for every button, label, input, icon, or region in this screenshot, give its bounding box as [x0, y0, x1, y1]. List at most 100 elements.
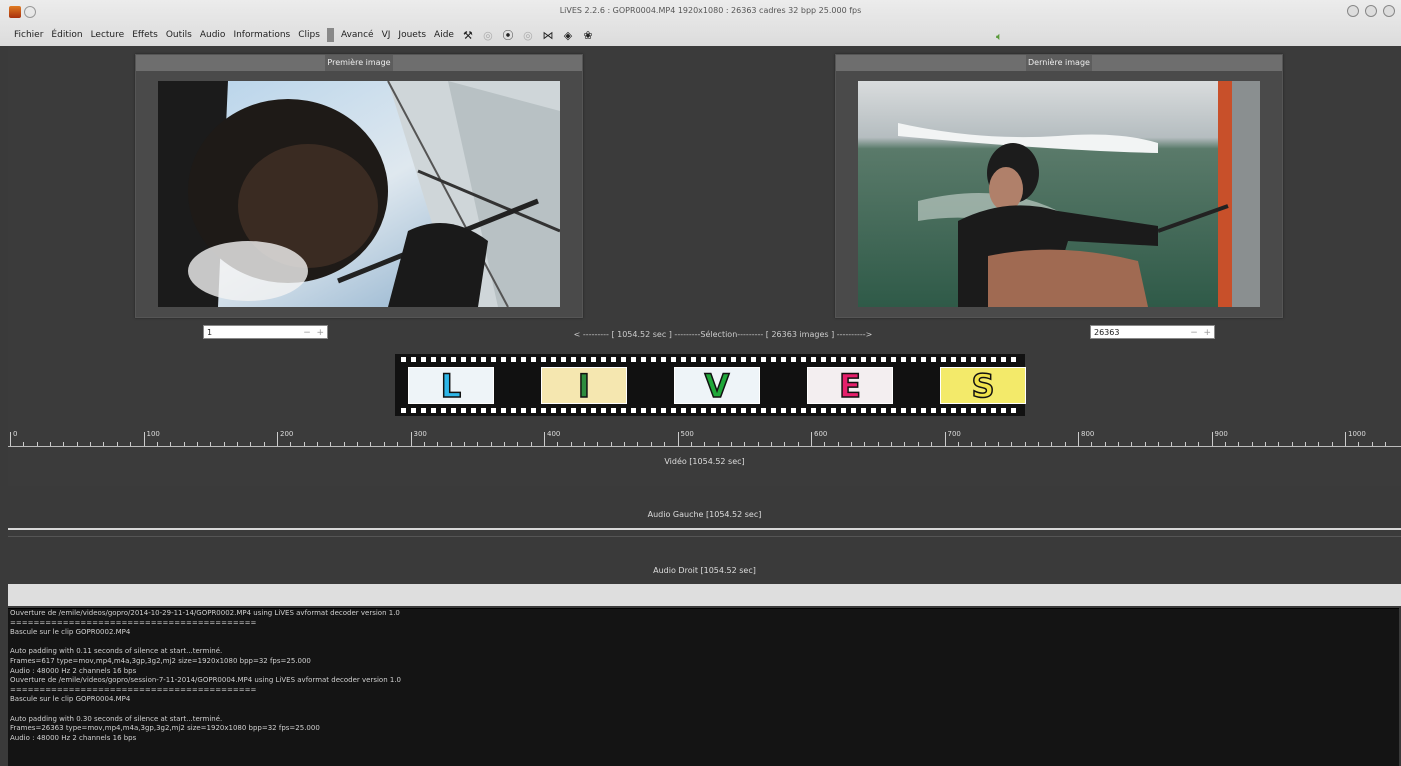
last-frame-panel: Dernière image	[835, 54, 1283, 318]
ruler-major-tick	[1211, 432, 1213, 446]
console-line: Ouverture de /emile/videos/gopro/session…	[10, 676, 402, 685]
play-circle-icon[interactable]: ⦿	[502, 29, 514, 42]
timeline-ruler[interactable]: 0 100 200 300 400 500 600 700 800 900 1000	[8, 428, 1401, 452]
eye-icon[interactable]: ◈	[562, 29, 574, 42]
ruler-minor-tick	[76, 442, 78, 446]
ruler-major-tick	[811, 432, 812, 446]
console-line: Audio : 48000 Hz 2 channels 16 bps	[10, 733, 137, 742]
menu-clips[interactable]: Clips	[294, 30, 324, 40]
audio-left-track[interactable]: Audio Gauche [1054.52 sec]	[8, 486, 1401, 530]
filmstrip-frame: I	[541, 367, 627, 406]
ruler-minor-tick	[770, 442, 772, 446]
menu-outils[interactable]: Outils	[162, 30, 196, 40]
message-console[interactable]: Ouverture de /emile/videos/gopro/2014-10…	[8, 608, 1399, 766]
ruler-major-tick	[10, 432, 11, 446]
ruler-minor-tick	[690, 442, 692, 446]
last-frame-header: Dernière image	[836, 55, 1282, 71]
ruler-minor-tick	[744, 442, 746, 446]
ruler-minor-tick	[984, 442, 986, 446]
filmstrip-frame: V	[674, 367, 760, 406]
ruler-minor-tick	[210, 442, 212, 446]
menu-avance[interactable]: Avancé	[337, 30, 378, 40]
console-line: Auto padding with 0.30 seconds of silenc…	[10, 714, 223, 723]
ruler-minor-tick	[1144, 442, 1146, 446]
clip-editor-area: Première image Dernière image 1 − + 2636…	[8, 46, 1401, 606]
ruler-minor-tick	[1278, 442, 1280, 446]
ruler-minor-tick	[317, 442, 319, 446]
menu-effets[interactable]: Effets	[128, 30, 162, 40]
ruler-minor-tick	[36, 442, 38, 446]
ruler-tick-label: 300	[413, 430, 427, 438]
window-controls	[1347, 5, 1395, 17]
ruler-minor-tick	[530, 442, 532, 446]
menu-jouets[interactable]: Jouets	[394, 30, 430, 40]
ruler-minor-tick	[1104, 442, 1106, 446]
menu-aide[interactable]: Aide	[430, 30, 458, 40]
mute-icon[interactable]: ⋈	[542, 29, 554, 42]
menu-vj[interactable]: VJ	[378, 30, 395, 40]
ruler-minor-tick	[1131, 442, 1133, 446]
first-frame-panel: Première image	[135, 54, 583, 318]
ruler-minor-tick	[343, 442, 345, 446]
console-line: ========================================…	[10, 685, 257, 694]
ruler-minor-tick	[490, 442, 492, 446]
maximize-icon[interactable]	[1365, 5, 1377, 17]
ruler-minor-tick	[517, 442, 519, 446]
filmstrip-letter: I	[577, 367, 590, 406]
ruler-minor-tick	[463, 442, 465, 446]
ruler-minor-tick	[223, 442, 225, 446]
ruler-minor-tick	[597, 442, 599, 446]
ruler-major-tick	[410, 432, 412, 446]
ruler-minor-tick	[877, 442, 879, 446]
ruler-minor-tick	[290, 442, 292, 446]
last-frame-spinbox[interactable]: 26363 − +	[1090, 325, 1215, 339]
ruler-minor-tick	[423, 442, 425, 446]
first-frame-spinbox[interactable]: 1 − +	[203, 325, 328, 339]
record-icon[interactable]: ◎	[522, 29, 534, 42]
menu-lecture[interactable]: Lecture	[87, 30, 129, 40]
ruler-baseline	[8, 446, 1401, 447]
ruler-minor-tick	[837, 442, 839, 446]
ruler-minor-tick	[383, 442, 385, 446]
ruler-minor-tick	[103, 442, 105, 446]
ruler-tick-label: 500	[680, 430, 694, 438]
ruler-minor-tick	[717, 442, 719, 446]
menu-informations[interactable]: Informations	[229, 30, 294, 40]
menu-edition[interactable]: Édition	[47, 30, 86, 40]
palette-icon[interactable]: ❀	[582, 29, 594, 42]
ruler-minor-tick	[1304, 442, 1306, 446]
fx-icon[interactable]: ⚒	[462, 29, 474, 42]
ruler-minor-tick	[1358, 442, 1360, 446]
spin-buttons-icon[interactable]: − +	[303, 326, 324, 340]
spin-buttons-icon[interactable]: − +	[1190, 326, 1211, 340]
ruler-minor-tick	[1171, 442, 1173, 446]
ruler-minor-tick	[797, 442, 799, 446]
ruler-tick-label: 600	[814, 430, 828, 438]
audio-right-track[interactable]: Audio Droit [1054.52 sec]	[8, 536, 1401, 585]
speaker-icon[interactable]: 🔈︎	[996, 30, 1003, 44]
menu-audio[interactable]: Audio	[196, 30, 230, 40]
minimize-icon[interactable]	[1347, 5, 1359, 17]
ruler-minor-tick	[1118, 442, 1120, 446]
ruler-minor-tick	[610, 442, 612, 446]
ruler-tick-label: 800	[1081, 430, 1095, 438]
ruler-minor-tick	[1291, 442, 1293, 446]
console-line: Frames=26363 type=mov,mp4,m4a,3gp,3g2,mj…	[10, 724, 320, 733]
ruler-tick-label: 0	[13, 430, 18, 438]
ruler-minor-tick	[891, 442, 893, 446]
ruler-minor-tick	[357, 442, 359, 446]
ruler-minor-tick	[624, 442, 626, 446]
filmstrip-frame: E	[807, 367, 893, 405]
close-icon[interactable]	[1383, 5, 1395, 17]
selection-info: < --------- [ 1054.52 sec ] ---------Sél…	[573, 330, 873, 339]
ruler-minor-tick	[904, 442, 906, 446]
ruler-minor-tick	[170, 442, 172, 446]
ruler-minor-tick	[503, 442, 505, 446]
ruler-minor-tick	[557, 442, 559, 446]
ruler-minor-tick	[1091, 442, 1093, 446]
play-radio-icon[interactable]: ◎	[482, 29, 494, 42]
ruler-minor-tick	[1064, 442, 1066, 446]
menu-fichier[interactable]: Fichier	[10, 30, 47, 40]
ruler-tick-label: 100	[146, 430, 160, 438]
filmstrip-letter: V	[704, 367, 730, 406]
